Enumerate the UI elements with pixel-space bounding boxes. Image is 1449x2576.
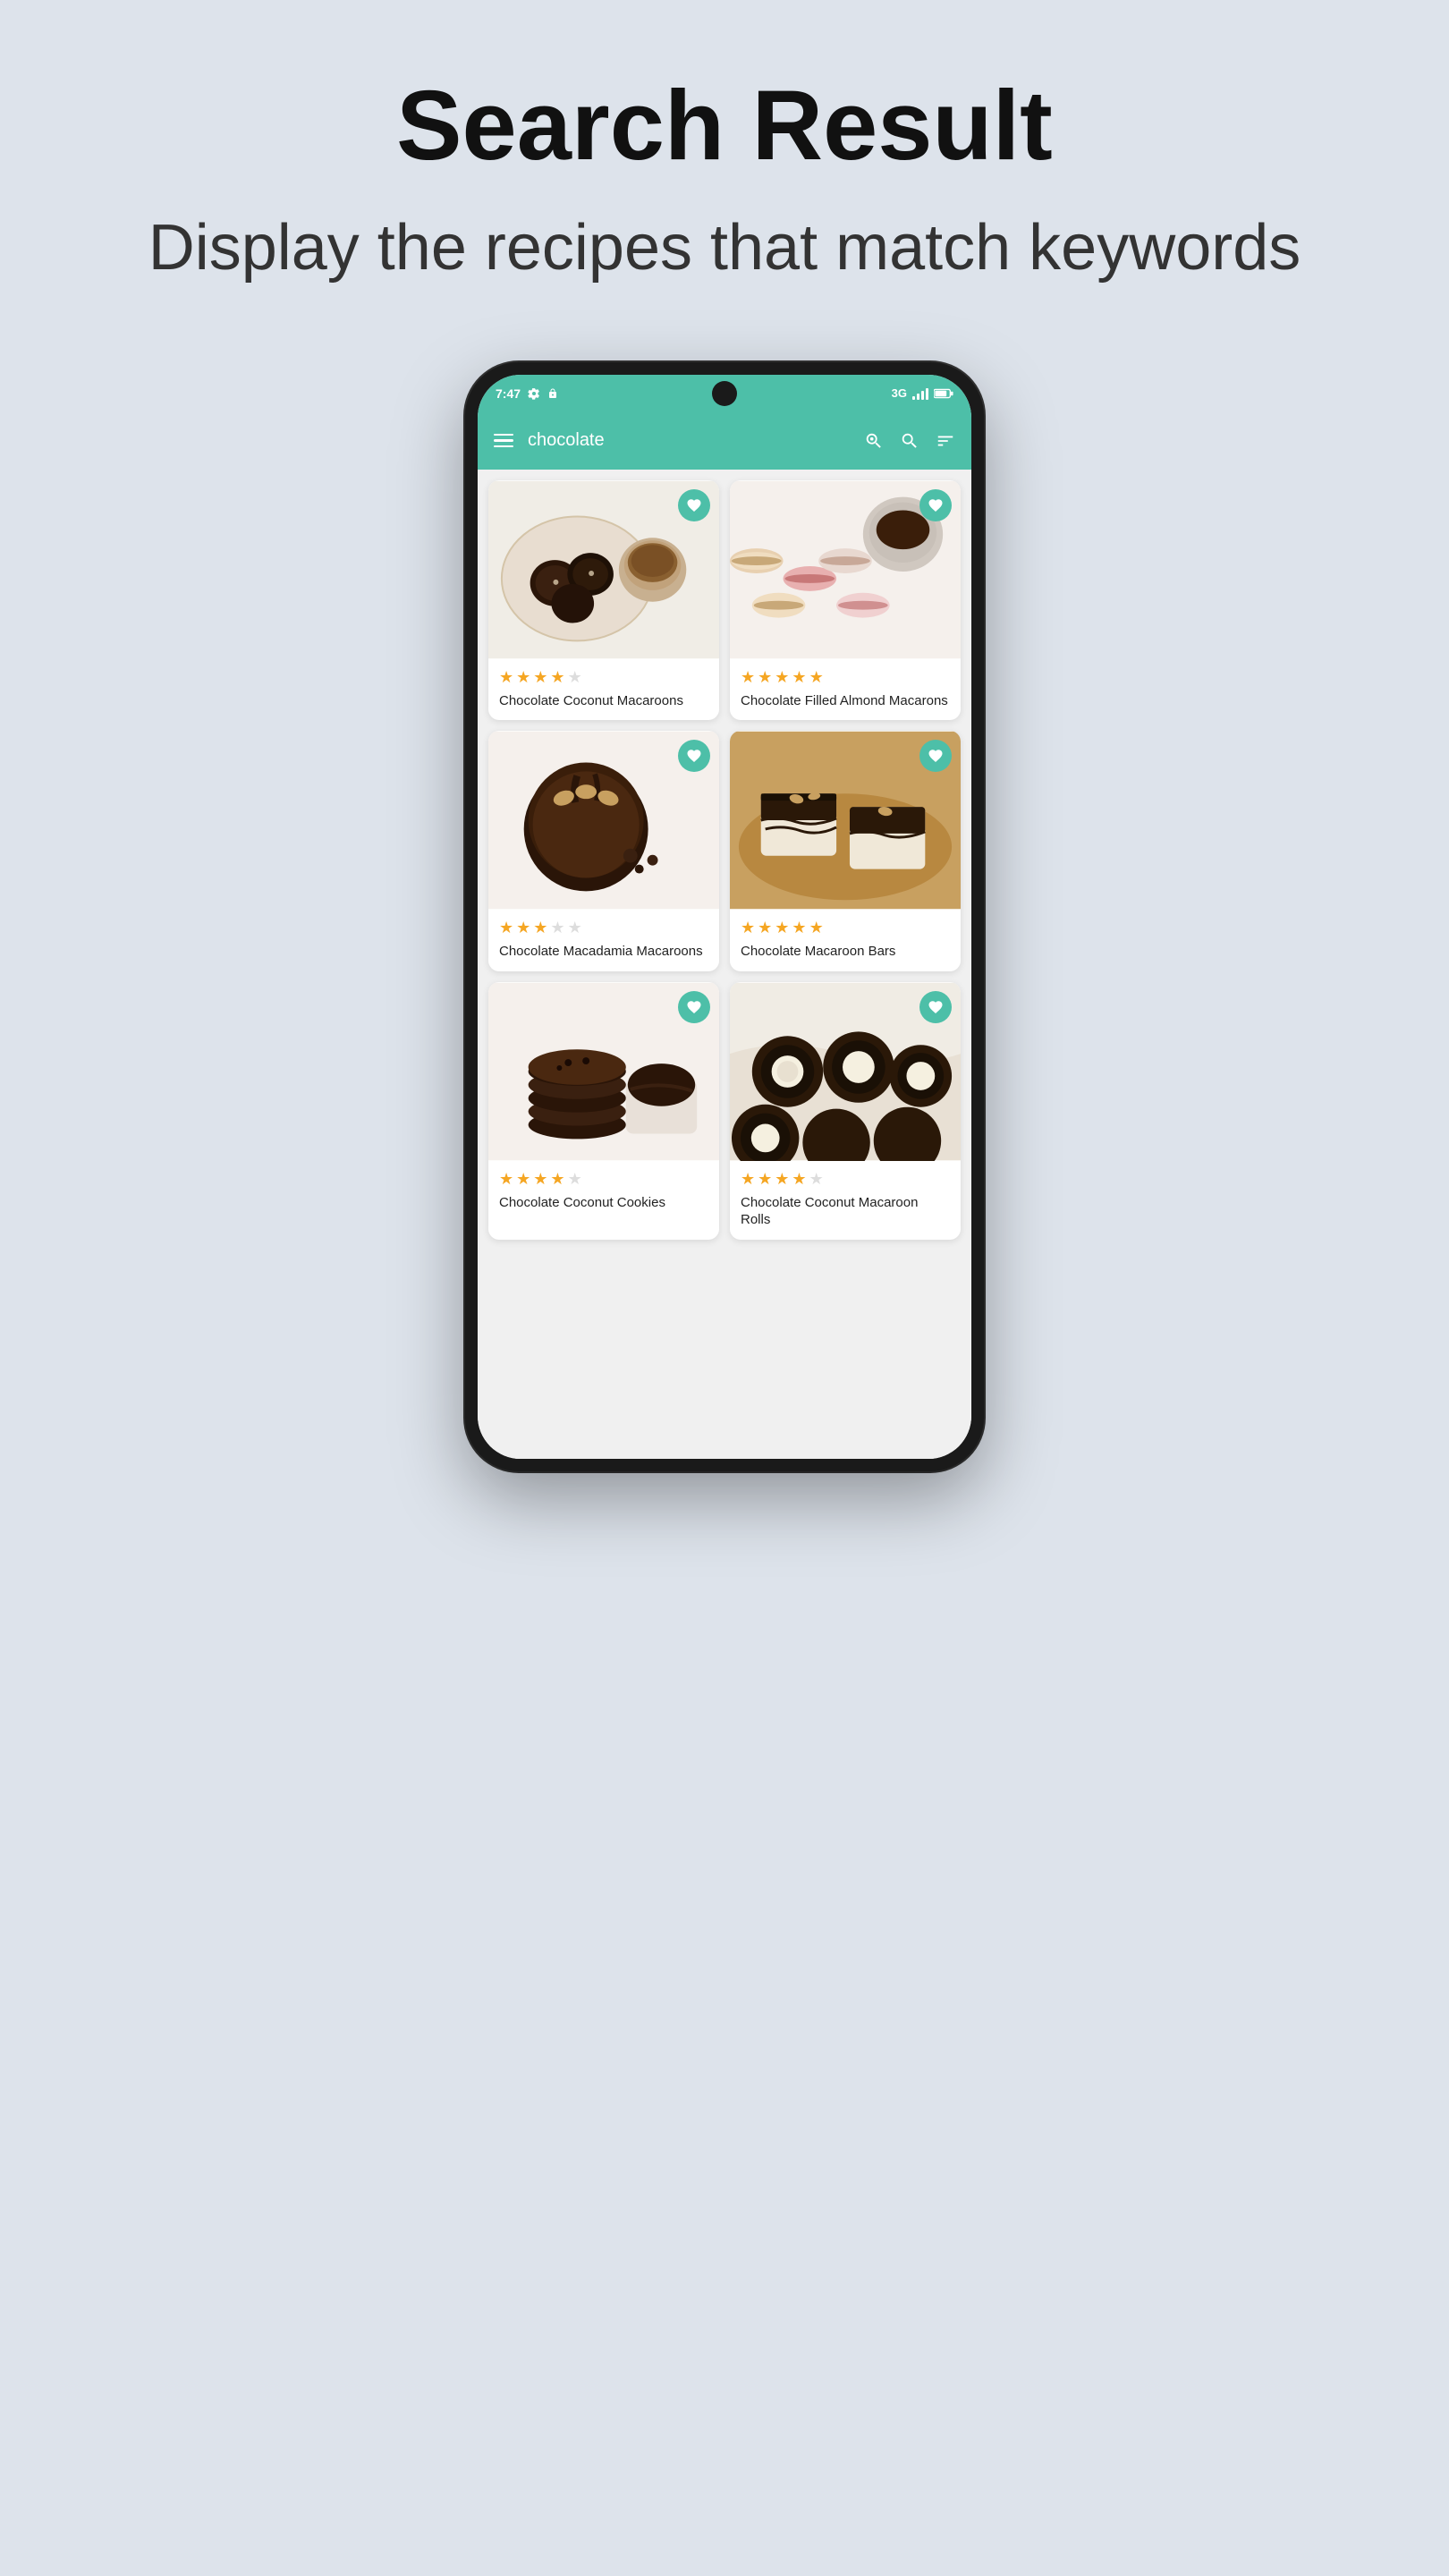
- star-filled: ★: [758, 919, 772, 937]
- status-bar: 7:47 3G: [478, 375, 971, 412]
- star-filled: ★: [499, 668, 513, 687]
- favorite-button[interactable]: [678, 740, 710, 772]
- recipe-name: Chocolate Coconut Cookies: [499, 1194, 708, 1212]
- person-search-icon[interactable]: [864, 431, 884, 451]
- heart-icon: [686, 999, 702, 1015]
- star-filled: ★: [809, 919, 824, 937]
- favorite-button[interactable]: [919, 489, 952, 521]
- star-filled: ★: [499, 919, 513, 937]
- favorite-button[interactable]: [919, 740, 952, 772]
- star-filled: ★: [533, 1170, 547, 1189]
- star-empty: ★: [568, 1170, 582, 1189]
- recipe-card[interactable]: ★★★★★ Chocolate Macadamia Macaroons: [488, 731, 719, 971]
- star-empty: ★: [809, 1170, 824, 1189]
- recipe-info: ★★★★★ Chocolate Macaroon Bars: [730, 910, 961, 971]
- phone-frame: 7:47 3G: [465, 362, 984, 1471]
- status-time: 7:47: [496, 386, 521, 401]
- star-filled: ★: [758, 668, 772, 687]
- recipe-card[interactable]: ★★★★★ Chocolate Coconut Macaroon Rolls: [730, 982, 961, 1240]
- star-filled: ★: [741, 919, 755, 937]
- nav-icons: [864, 431, 955, 451]
- hamburger-menu-icon[interactable]: [494, 434, 513, 448]
- recipe-image: [730, 982, 961, 1161]
- recipe-card[interactable]: ★★★★★ Chocolate Filled Almond Macarons: [730, 480, 961, 721]
- status-right: 3G: [892, 386, 953, 400]
- star-filled: ★: [775, 1170, 789, 1189]
- recipe-info: ★★★★★ Chocolate Coconut Macaroon Rolls: [730, 1161, 961, 1240]
- recipe-image: [730, 731, 961, 910]
- recipe-image: [730, 480, 961, 659]
- favorite-button[interactable]: [678, 489, 710, 521]
- star-filled: ★: [550, 668, 564, 687]
- recipe-info: ★★★★★ Chocolate Coconut Macaroons: [488, 659, 719, 721]
- page-subtitle: Display the recipes that match keywords: [148, 207, 1301, 291]
- recipe-name: Chocolate Macaroon Bars: [741, 943, 950, 961]
- battery-icon: [934, 388, 953, 399]
- search-query-text: chocolate: [528, 430, 850, 451]
- recipe-info: ★★★★★ Chocolate Filled Almond Macarons: [730, 659, 961, 721]
- heart-icon: [928, 999, 944, 1015]
- page-title: Search Result: [148, 72, 1301, 180]
- star-filled: ★: [533, 919, 547, 937]
- star-filled: ★: [533, 668, 547, 687]
- star-filled: ★: [741, 1170, 755, 1189]
- page-header: Search Result Display the recipes that m…: [148, 72, 1301, 291]
- recipe-name: Chocolate Filled Almond Macarons: [741, 692, 950, 710]
- star-filled: ★: [516, 919, 530, 937]
- recipe-name: Chocolate Macadamia Macaroons: [499, 943, 708, 961]
- star-rating: ★★★★★: [499, 919, 708, 937]
- star-empty: ★: [568, 668, 582, 687]
- heart-icon: [928, 497, 944, 513]
- phone-screen: 7:47 3G: [478, 375, 971, 1459]
- signal-icon: [912, 387, 928, 400]
- recipe-card[interactable]: ★★★★★ Chocolate Macaroon Bars: [730, 731, 961, 971]
- star-filled: ★: [792, 919, 806, 937]
- recipe-info: ★★★★★ Chocolate Coconut Cookies: [488, 1161, 719, 1223]
- heart-icon: [686, 497, 702, 513]
- recipe-name: Chocolate Coconut Macaroon Rolls: [741, 1194, 950, 1229]
- star-filled: ★: [792, 1170, 806, 1189]
- recipe-grid: ★★★★★ Chocolate Coconut Macaroons: [478, 470, 971, 1250]
- recipe-name: Chocolate Coconut Macaroons: [499, 692, 708, 710]
- recipe-card[interactable]: ★★★★★ Chocolate Coconut Macaroons: [488, 480, 719, 721]
- network-label: 3G: [892, 386, 907, 400]
- star-rating: ★★★★★: [741, 1170, 950, 1189]
- star-half: ★: [809, 668, 824, 687]
- star-filled: ★: [775, 919, 789, 937]
- star-rating: ★★★★★: [499, 1170, 708, 1189]
- favorite-button[interactable]: [678, 991, 710, 1023]
- recipe-card[interactable]: ★★★★★ Chocolate Coconut Cookies: [488, 982, 719, 1240]
- star-filled: ★: [499, 1170, 513, 1189]
- star-filled: ★: [741, 668, 755, 687]
- star-empty: ★: [550, 919, 564, 937]
- star-rating: ★★★★★: [741, 668, 950, 687]
- star-empty: ★: [568, 919, 582, 937]
- settings-icon: [528, 387, 540, 400]
- star-rating: ★★★★★: [499, 668, 708, 687]
- star-filled: ★: [516, 1170, 530, 1189]
- content-area: ★★★★★ Chocolate Coconut Macaroons: [478, 470, 971, 1459]
- favorite-button[interactable]: [919, 991, 952, 1023]
- star-filled: ★: [775, 668, 789, 687]
- star-filled: ★: [550, 1170, 564, 1189]
- star-filled: ★: [792, 668, 806, 687]
- recipe-image: [488, 982, 719, 1161]
- recipe-image: [488, 480, 719, 659]
- heart-icon: [686, 748, 702, 764]
- heart-icon: [928, 748, 944, 764]
- recipe-image: [488, 731, 719, 910]
- search-icon[interactable]: [900, 431, 919, 451]
- recipe-info: ★★★★★ Chocolate Macadamia Macaroons: [488, 910, 719, 971]
- nav-bar: chocolate: [478, 412, 971, 470]
- camera-notch: [712, 381, 737, 406]
- lock-icon: [547, 387, 558, 400]
- star-filled: ★: [758, 1170, 772, 1189]
- filter-icon[interactable]: [936, 431, 955, 451]
- status-left: 7:47: [496, 386, 558, 401]
- star-rating: ★★★★★: [741, 919, 950, 937]
- phone-wrapper: 7:47 3G: [465, 362, 984, 1471]
- star-filled: ★: [516, 668, 530, 687]
